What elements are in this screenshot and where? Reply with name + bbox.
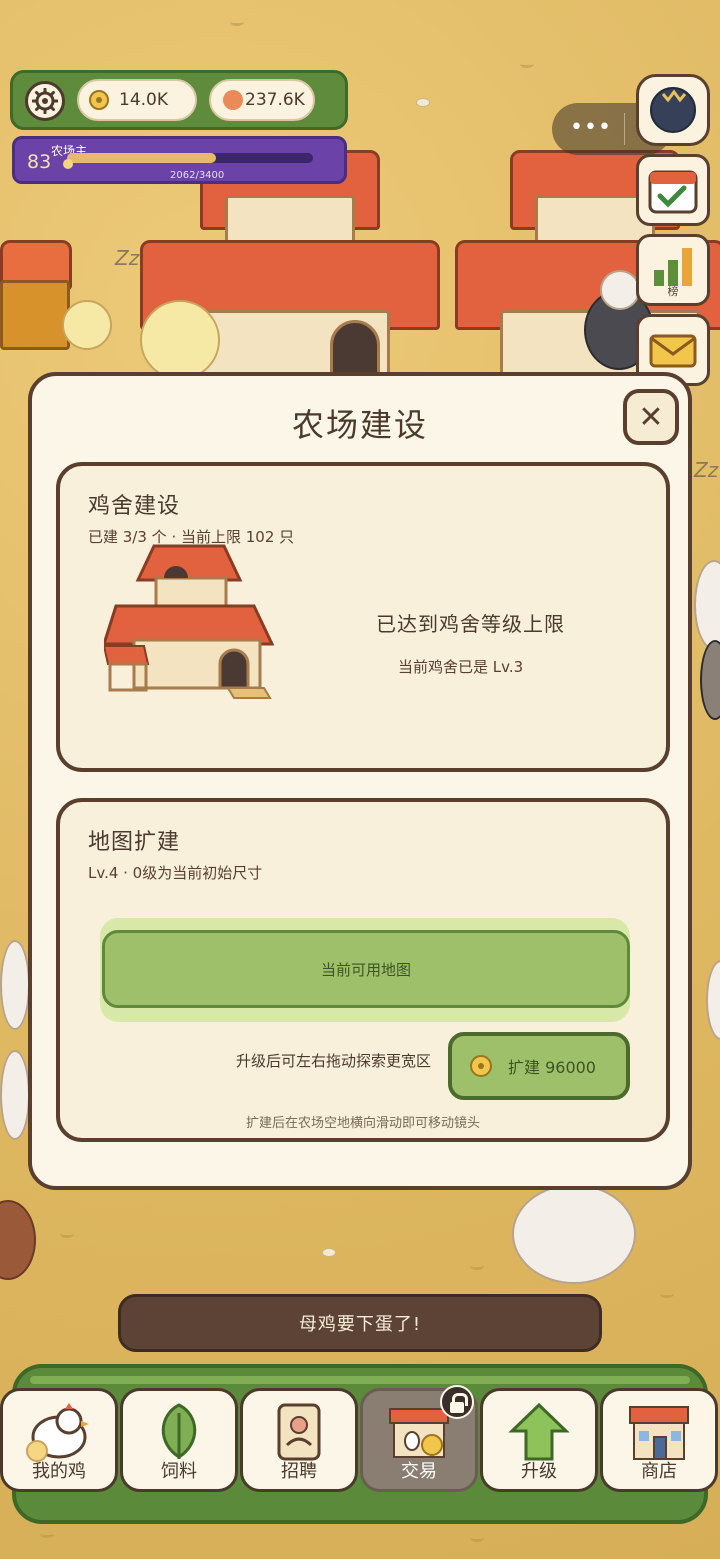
nav-label: 交易 bbox=[401, 1461, 437, 1482]
calendar-check-icon bbox=[648, 170, 698, 214]
xp-text: 2062/3400 bbox=[170, 170, 225, 181]
nav-label: 升级 bbox=[521, 1461, 557, 1482]
nav-label: 招聘 bbox=[281, 1461, 317, 1482]
nav-feed[interactable]: 饲料 bbox=[120, 1388, 238, 1492]
map-card-title: 地图扩建 bbox=[88, 830, 181, 855]
nav-label: 我的鸡 bbox=[32, 1461, 86, 1482]
grass-tuft bbox=[470, 1262, 484, 1270]
player-level: 83 bbox=[27, 151, 52, 173]
pebble bbox=[322, 1248, 336, 1257]
grass-tuft bbox=[520, 60, 534, 68]
map-expand-card: 地图扩建 Lv.4 · 0级为当前初始尺寸 当前可用地图 升级后可左右拖动探索更… bbox=[56, 798, 670, 1142]
chick[interactable] bbox=[62, 300, 112, 350]
grass-tuft bbox=[60, 1230, 74, 1238]
level-panel[interactable]: 83 农场主 2062/3400 bbox=[12, 136, 347, 184]
hen[interactable] bbox=[512, 1184, 636, 1284]
coop-card-title: 鸡舍建设 bbox=[88, 494, 181, 519]
incubator-building[interactable] bbox=[0, 240, 72, 360]
capsule-divider bbox=[624, 113, 625, 145]
lock-icon bbox=[440, 1385, 474, 1419]
egg-counter[interactable]: 237.6K bbox=[209, 79, 315, 121]
side-button-rank[interactable]: 榜 bbox=[636, 234, 710, 306]
grass-tuft bbox=[230, 18, 244, 26]
nav-label: 饲料 bbox=[161, 1461, 197, 1482]
coop-house-illustration bbox=[104, 544, 274, 699]
grass-tuft bbox=[40, 1530, 54, 1538]
more-menu-icon[interactable]: ••• bbox=[570, 117, 612, 139]
nav-upgrade[interactable]: 升级 bbox=[480, 1388, 598, 1492]
chick[interactable] bbox=[140, 300, 220, 380]
expand-hint: 升级后可左右拖动探索更宽区 bbox=[236, 1052, 432, 1070]
current-map-label: 当前可用地图 bbox=[320, 960, 411, 979]
close-button[interactable]: ✕ bbox=[623, 389, 679, 445]
expand-map-button[interactable]: 扩建 96000 bbox=[448, 1032, 630, 1100]
shop-icon bbox=[629, 1406, 689, 1460]
farm-build-dialog: 农场建设 ✕ 鸡舍建设 已建 3/3 个 · 当前上限 102 只 已达到鸡舍等… bbox=[28, 372, 692, 1190]
nav-shop[interactable]: 商店 bbox=[600, 1388, 718, 1492]
hen[interactable] bbox=[600, 270, 640, 310]
dialog-title: 农场建设 bbox=[291, 406, 428, 444]
coin-amount: 14.0K bbox=[119, 90, 168, 110]
grass-tuft bbox=[470, 1534, 484, 1542]
globe-icon bbox=[650, 87, 696, 133]
rank-label: 榜 bbox=[667, 285, 679, 298]
gear-icon bbox=[32, 88, 58, 114]
egg-toast: 母鸡要下蛋了! bbox=[118, 1294, 602, 1352]
badge-icon bbox=[277, 1403, 321, 1461]
coop-build-card: 鸡舍建设 已建 3/3 个 · 当前上限 102 只 已达到鸡舍等级上限 当前鸡… bbox=[56, 462, 670, 772]
expand-footer-hint: 扩建后在农场空地横向滑动即可移动镜头 bbox=[245, 1116, 480, 1131]
current-map-highlight: 当前可用地图 bbox=[100, 918, 630, 1022]
side-button-checkin[interactable] bbox=[636, 154, 710, 226]
leaf-icon bbox=[161, 1403, 197, 1459]
coin-counter[interactable]: 14.0K bbox=[77, 79, 197, 121]
sleep-zz-icon: Zz bbox=[115, 246, 140, 270]
coin-icon bbox=[89, 90, 109, 110]
nav-label: 商店 bbox=[641, 1461, 677, 1482]
xp-progress-bar bbox=[67, 153, 313, 163]
egg-icon bbox=[223, 90, 243, 110]
map-card-subtitle: Lv.4 · 0级为当前初始尺寸 bbox=[88, 864, 263, 882]
expand-cost-label: 扩建 96000 bbox=[508, 1058, 596, 1077]
sleep-zz-icon: Zz bbox=[694, 458, 719, 482]
hen[interactable] bbox=[0, 1050, 30, 1140]
hen-icon bbox=[26, 1403, 89, 1462]
coin-icon bbox=[470, 1055, 492, 1077]
grass-tuft bbox=[660, 1290, 674, 1298]
nav-my-chickens[interactable]: 我的鸡 bbox=[0, 1388, 118, 1492]
coop-max-status: 已达到鸡舍等级上限 bbox=[376, 612, 565, 636]
current-map-button[interactable]: 当前可用地图 bbox=[102, 930, 630, 1008]
egg-amount: 237.6K bbox=[245, 90, 305, 110]
coop-level-note: 当前鸡舍已是 Lv.3 bbox=[398, 658, 524, 676]
resource-bar: 14.0K 237.6K bbox=[10, 70, 348, 130]
close-icon: ✕ bbox=[638, 399, 664, 435]
xp-progress-fill bbox=[67, 153, 217, 163]
settings-button[interactable] bbox=[25, 81, 65, 121]
nav-recruit[interactable]: 招聘 bbox=[240, 1388, 358, 1492]
pebble bbox=[416, 98, 430, 107]
nav-bar-stripe bbox=[30, 1376, 690, 1384]
arrow-up-icon bbox=[508, 1402, 570, 1461]
hen[interactable] bbox=[0, 940, 30, 1030]
xp-marker bbox=[63, 159, 73, 169]
side-button-globe[interactable] bbox=[636, 74, 710, 146]
